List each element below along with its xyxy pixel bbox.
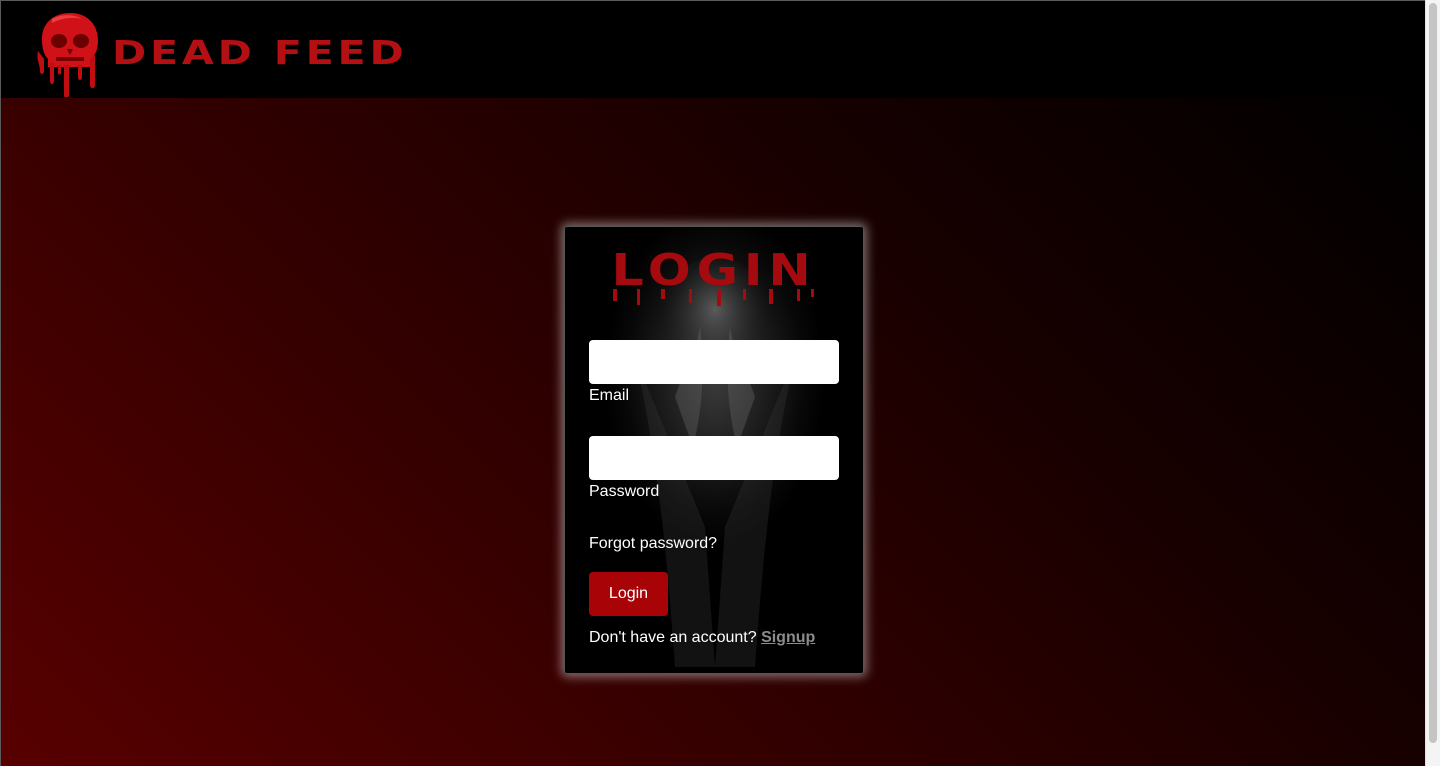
blood-drips-decoration xyxy=(613,289,814,306)
bloody-skull-icon xyxy=(34,11,102,97)
browser-viewport: DEAD FEED LOGIN Email Password Forgot pa… xyxy=(0,0,1425,766)
vertical-scrollbar[interactable] xyxy=(1425,0,1440,766)
signup-prompt: Don't have an account? xyxy=(589,629,762,646)
email-input[interactable] xyxy=(589,340,839,384)
brand-name: DEAD FEED xyxy=(112,32,408,72)
password-input[interactable] xyxy=(589,436,839,480)
login-card: LOGIN Email Password Forgot password? Lo… xyxy=(564,226,864,674)
signup-link[interactable]: Signup xyxy=(761,629,815,646)
scrollbar-thumb[interactable] xyxy=(1429,3,1437,743)
navbar: DEAD FEED xyxy=(1,1,1425,98)
main-content: LOGIN Email Password Forgot password? Lo… xyxy=(1,98,1425,766)
login-button[interactable]: Login xyxy=(589,572,668,616)
password-label: Password xyxy=(589,483,660,500)
forgot-password-link[interactable]: Forgot password? xyxy=(589,535,717,553)
login-title: LOGIN xyxy=(611,245,817,296)
brand-home-link[interactable]: DEAD FEED xyxy=(34,11,404,97)
signup-row: Don't have an account? Signup xyxy=(589,629,815,647)
email-label: Email xyxy=(589,387,630,404)
